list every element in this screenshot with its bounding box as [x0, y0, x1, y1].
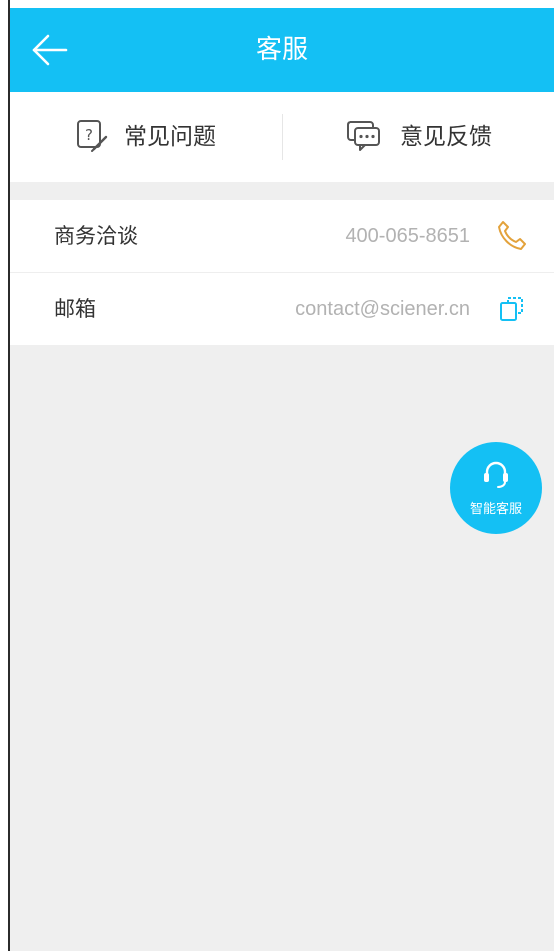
faq-icon: ? [77, 120, 108, 152]
smart-service-button[interactable]: 智能客服 [450, 442, 542, 534]
window-left-edge [0, 0, 10, 951]
contact-list: 商务洽谈 400-065-8651 邮箱 contact@sciener.cn [10, 200, 554, 345]
phone-icon[interactable] [494, 218, 530, 254]
tab-feedback[interactable]: 意见反馈 [282, 92, 554, 182]
email-row[interactable]: 邮箱 contact@sciener.cn [10, 272, 554, 345]
business-contact-row[interactable]: 商务洽谈 400-065-8651 [10, 200, 554, 272]
smart-service-label: 智能客服 [469, 502, 522, 517]
tab-faq[interactable]: ? 常见问题 [10, 92, 282, 182]
window-top-edge [0, 0, 554, 8]
email-address: contact@sciener.cn [295, 298, 470, 320]
quick-actions: ? 常见问题 意见反馈 [10, 92, 554, 182]
svg-text:?: ? [85, 126, 93, 144]
headset-icon [484, 461, 508, 488]
page-title: 客服 [255, 35, 308, 65]
phone-number: 400-065-8651 [345, 225, 470, 247]
tab-feedback-label: 意见反馈 [400, 124, 492, 150]
app-screen: 客服 ? 常见问题 意见反馈 商务洽谈 400-065-8651 邮箱 cont… [0, 0, 554, 951]
business-contact-label: 商务洽谈 [54, 224, 138, 248]
top-bar: 客服 [10, 8, 554, 92]
copy-icon[interactable] [494, 291, 530, 327]
feedback-chat-icon [347, 121, 380, 151]
tab-faq-label: 常见问题 [124, 124, 216, 150]
email-label: 邮箱 [54, 297, 96, 321]
